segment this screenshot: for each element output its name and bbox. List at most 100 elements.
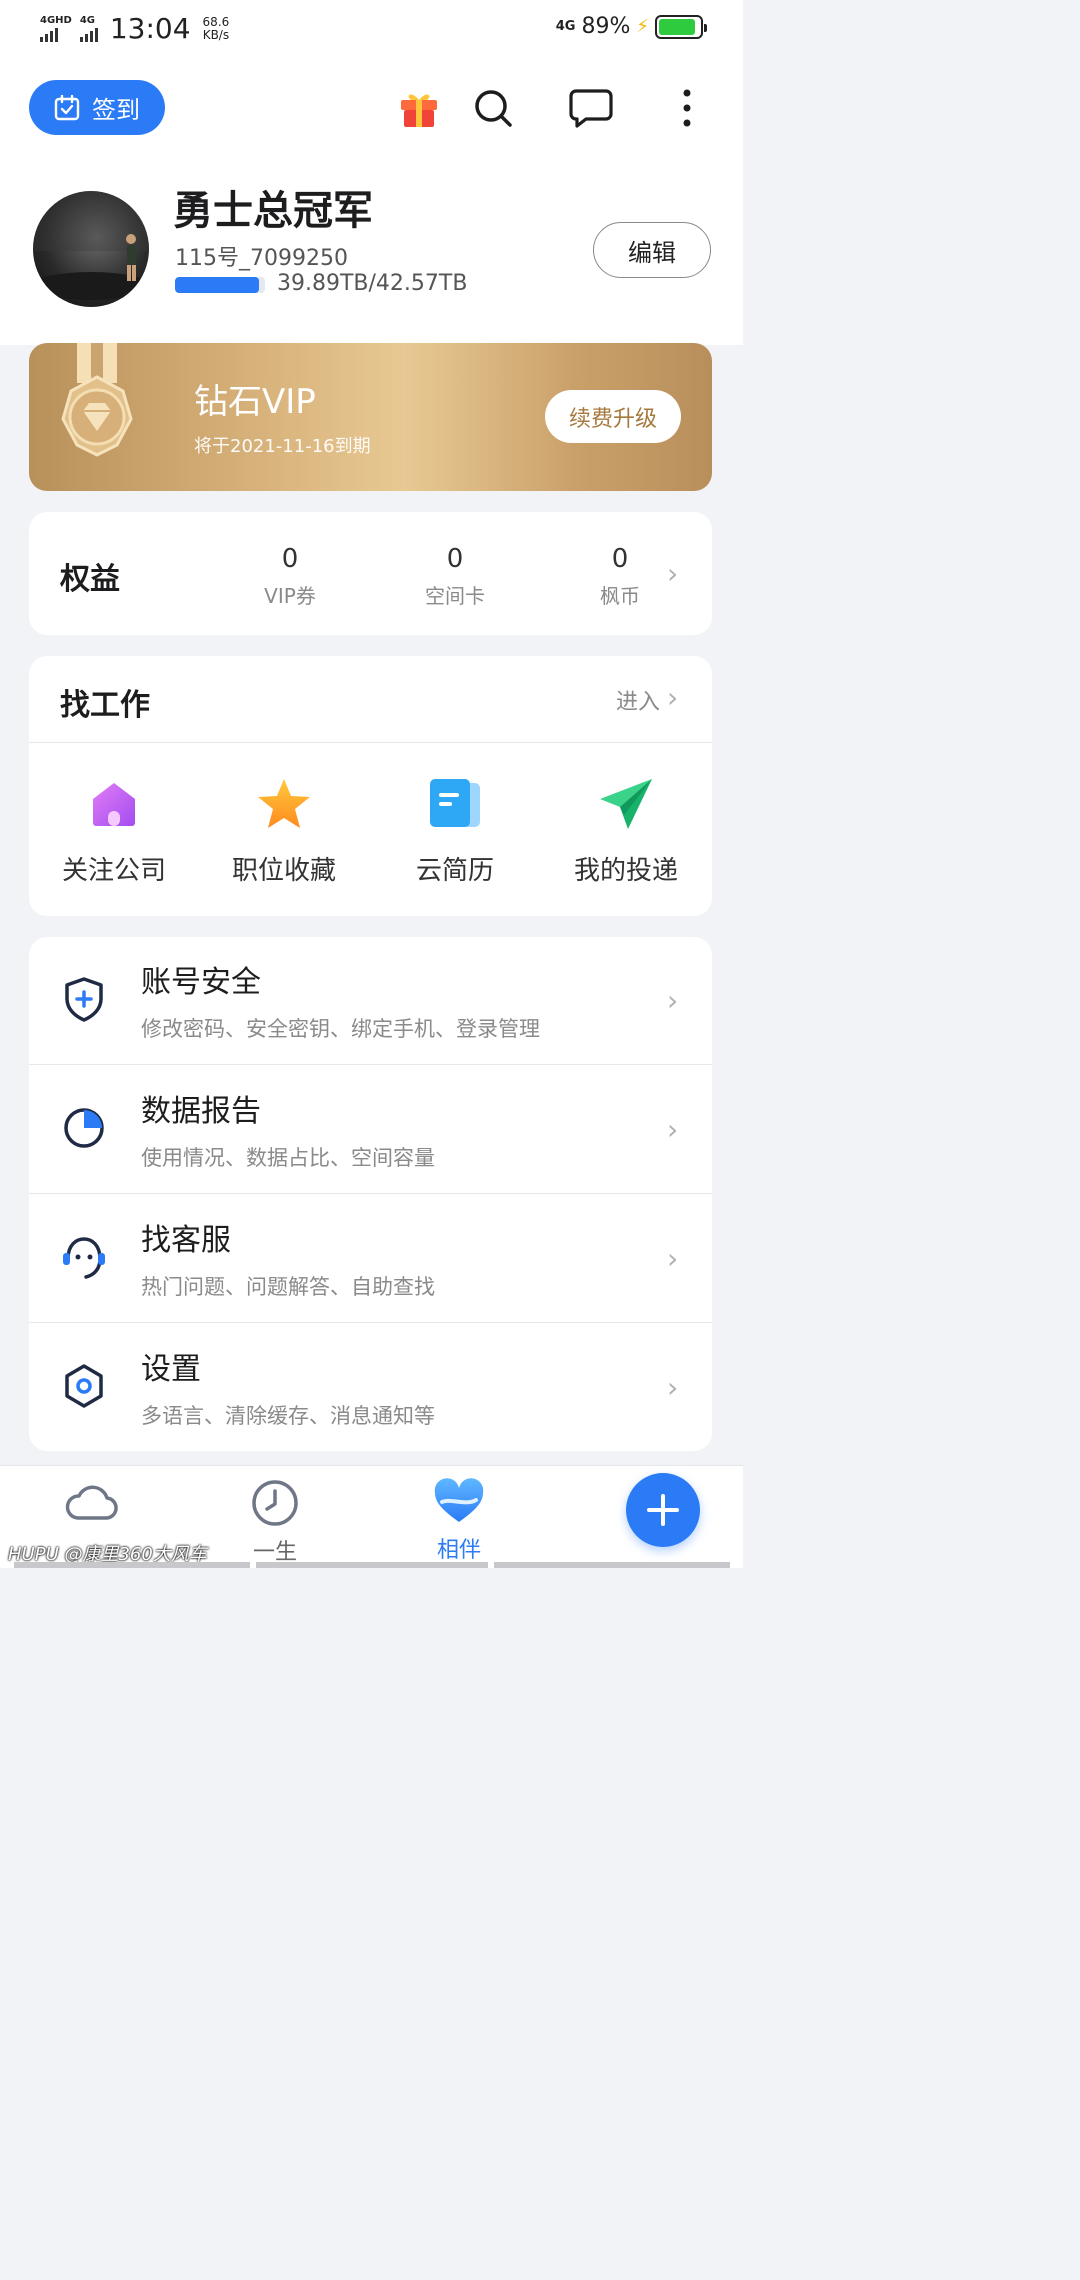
checkin-label: 签到 [92, 96, 140, 124]
search-button[interactable] [469, 84, 517, 132]
benefit-maple-coin[interactable]: 0 枫币 [560, 542, 680, 609]
job-label: 职位收藏 [231, 856, 336, 886]
job-saved-positions[interactable]: 职位收藏 [199, 776, 369, 887]
vip-card[interactable]: 钻石VIP 将于2021-11-16到期 续费升级 [29, 343, 712, 491]
avatar[interactable] [33, 191, 149, 307]
chevron-right-icon: › [667, 1371, 679, 1404]
battery-icon [655, 14, 707, 39]
benefits-title: 权益 [60, 562, 120, 597]
menu-subtitle: 热门问题、问题解答、自助查找 [141, 1275, 435, 1299]
chevron-right-icon: › [667, 557, 679, 590]
benefit-label: VIP券 [264, 584, 316, 608]
gift-button[interactable] [395, 84, 443, 132]
pie-chart-icon [64, 1108, 104, 1148]
add-button[interactable] [626, 1473, 700, 1547]
benefit-label: 空间卡 [425, 584, 485, 608]
jobs-title: 找工作 [60, 688, 150, 723]
menu-customer-service[interactable]: 找客服 热门问题、问题解答、自助查找 › [29, 1195, 712, 1323]
battery-level [659, 18, 695, 35]
settings-menu: 账号安全 修改密码、安全密钥、绑定手机、登录管理 › 数据报告 使用情况、数据占… [29, 937, 712, 1451]
nav-label: 相伴 [436, 1538, 481, 1563]
user-id: 115号_7099250 [175, 246, 348, 271]
menu-subtitle: 多语言、清除缓存、消息通知等 [141, 1404, 435, 1428]
calendar-check-icon [54, 94, 80, 120]
more-icon [683, 89, 691, 127]
storage-progress [175, 277, 265, 293]
job-label: 云简历 [415, 856, 494, 886]
shield-icon [65, 977, 103, 1022]
nav-companion[interactable]: 相伴 [404, 1478, 514, 1564]
star-icon [256, 776, 312, 832]
username: 勇士总冠军 [173, 188, 373, 234]
menu-title: 设置 [141, 1352, 201, 1387]
jobs-card: 找工作 进入 › 关注公司 职位收藏 云简历 我的投递 [29, 656, 712, 916]
job-label: 我的投递 [573, 856, 678, 886]
message-button[interactable] [567, 84, 615, 132]
message-icon [569, 89, 613, 128]
resume-icon [427, 776, 483, 832]
support-icon [63, 1237, 105, 1279]
nav-lifetime[interactable]: 一生 [220, 1478, 330, 1566]
status-bar: 4GHD 4G 13:04 68.6 KB/s 4G 89% ⚡ [0, 0, 743, 58]
benefit-space-card[interactable]: 0 空间卡 [395, 542, 515, 609]
battery-percent: 89% [581, 14, 631, 39]
gesture-bar [14, 1562, 250, 1568]
signal-1: 4GHD [40, 16, 72, 42]
signal-2-label: 4G [79, 15, 96, 26]
benefit-vip-coupon[interactable]: 0 VIP券 [230, 542, 350, 609]
benefit-value: 0 [281, 544, 299, 574]
charging-icon: ⚡ [636, 16, 649, 37]
clock: 13:04 [109, 12, 191, 45]
job-followed-companies[interactable]: 关注公司 [29, 776, 199, 887]
benefits-card[interactable]: 权益 0 VIP券 0 空间卡 0 枫币 › [29, 512, 712, 635]
benefit-label: 枫币 [600, 584, 640, 608]
menu-title: 账号安全 [141, 965, 261, 1000]
menu-title: 数据报告 [141, 1094, 261, 1129]
menu-title: 找客服 [141, 1223, 231, 1258]
network-type: 4G [555, 19, 576, 34]
gift-icon [401, 94, 437, 127]
jobs-header[interactable]: 找工作 进入 › [29, 656, 712, 743]
menu-subtitle: 使用情况、数据占比、空间容量 [141, 1146, 435, 1170]
menu-settings[interactable]: 设置 多语言、清除缓存、消息通知等 › [29, 1324, 712, 1451]
send-icon [598, 776, 654, 832]
storage-progress-fill [175, 277, 260, 293]
medal-icon [61, 343, 133, 457]
signal-bars-icon [40, 28, 58, 42]
company-icon [86, 776, 142, 832]
gesture-bar [494, 1562, 730, 1568]
menu-data-report[interactable]: 数据报告 使用情况、数据占比、空间容量 › [29, 1066, 712, 1194]
chevron-right-icon: › [667, 1113, 679, 1146]
gesture-bar [256, 1562, 488, 1568]
network-rate: 68.6 KB/s [203, 16, 230, 42]
chevron-right-icon: › [667, 681, 679, 714]
renew-upgrade-button[interactable]: 续费升级 [545, 390, 681, 443]
nav-cloud[interactable] [36, 1478, 146, 1532]
cloud-icon [65, 1485, 118, 1520]
signal-1-label: 4GHD [40, 15, 72, 26]
benefit-value: 0 [446, 544, 464, 574]
job-my-applications[interactable]: 我的投递 [541, 776, 711, 887]
menu-account-security[interactable]: 账号安全 修改密码、安全密钥、绑定手机、登录管理 › [29, 937, 712, 1065]
clock-icon [252, 1480, 298, 1526]
vip-expire-date: 将于2021-11-16到期 [194, 436, 371, 457]
heart-icon [434, 1478, 484, 1522]
chevron-right-icon: › [667, 1242, 679, 1275]
chevron-right-icon: › [667, 984, 679, 1017]
benefit-value: 0 [611, 544, 629, 574]
signal-2: 4G [79, 15, 98, 42]
job-cloud-resume[interactable]: 云简历 [370, 776, 540, 887]
more-button[interactable] [663, 84, 711, 132]
checkin-button[interactable]: 签到 [29, 80, 165, 135]
menu-subtitle: 修改密码、安全密钥、绑定手机、登录管理 [141, 1017, 540, 1041]
avatar-image [33, 191, 149, 300]
job-label: 关注公司 [61, 856, 166, 886]
plus-icon [647, 1494, 679, 1526]
settings-icon [65, 1364, 103, 1408]
rate-unit: KB/s [202, 28, 230, 42]
edit-profile-button[interactable]: 编辑 [593, 222, 711, 278]
jobs-enter-link: 进入 [615, 690, 660, 715]
vip-title: 钻石VIP [194, 382, 316, 422]
search-icon [475, 90, 512, 127]
signal-bars-icon [79, 28, 98, 42]
